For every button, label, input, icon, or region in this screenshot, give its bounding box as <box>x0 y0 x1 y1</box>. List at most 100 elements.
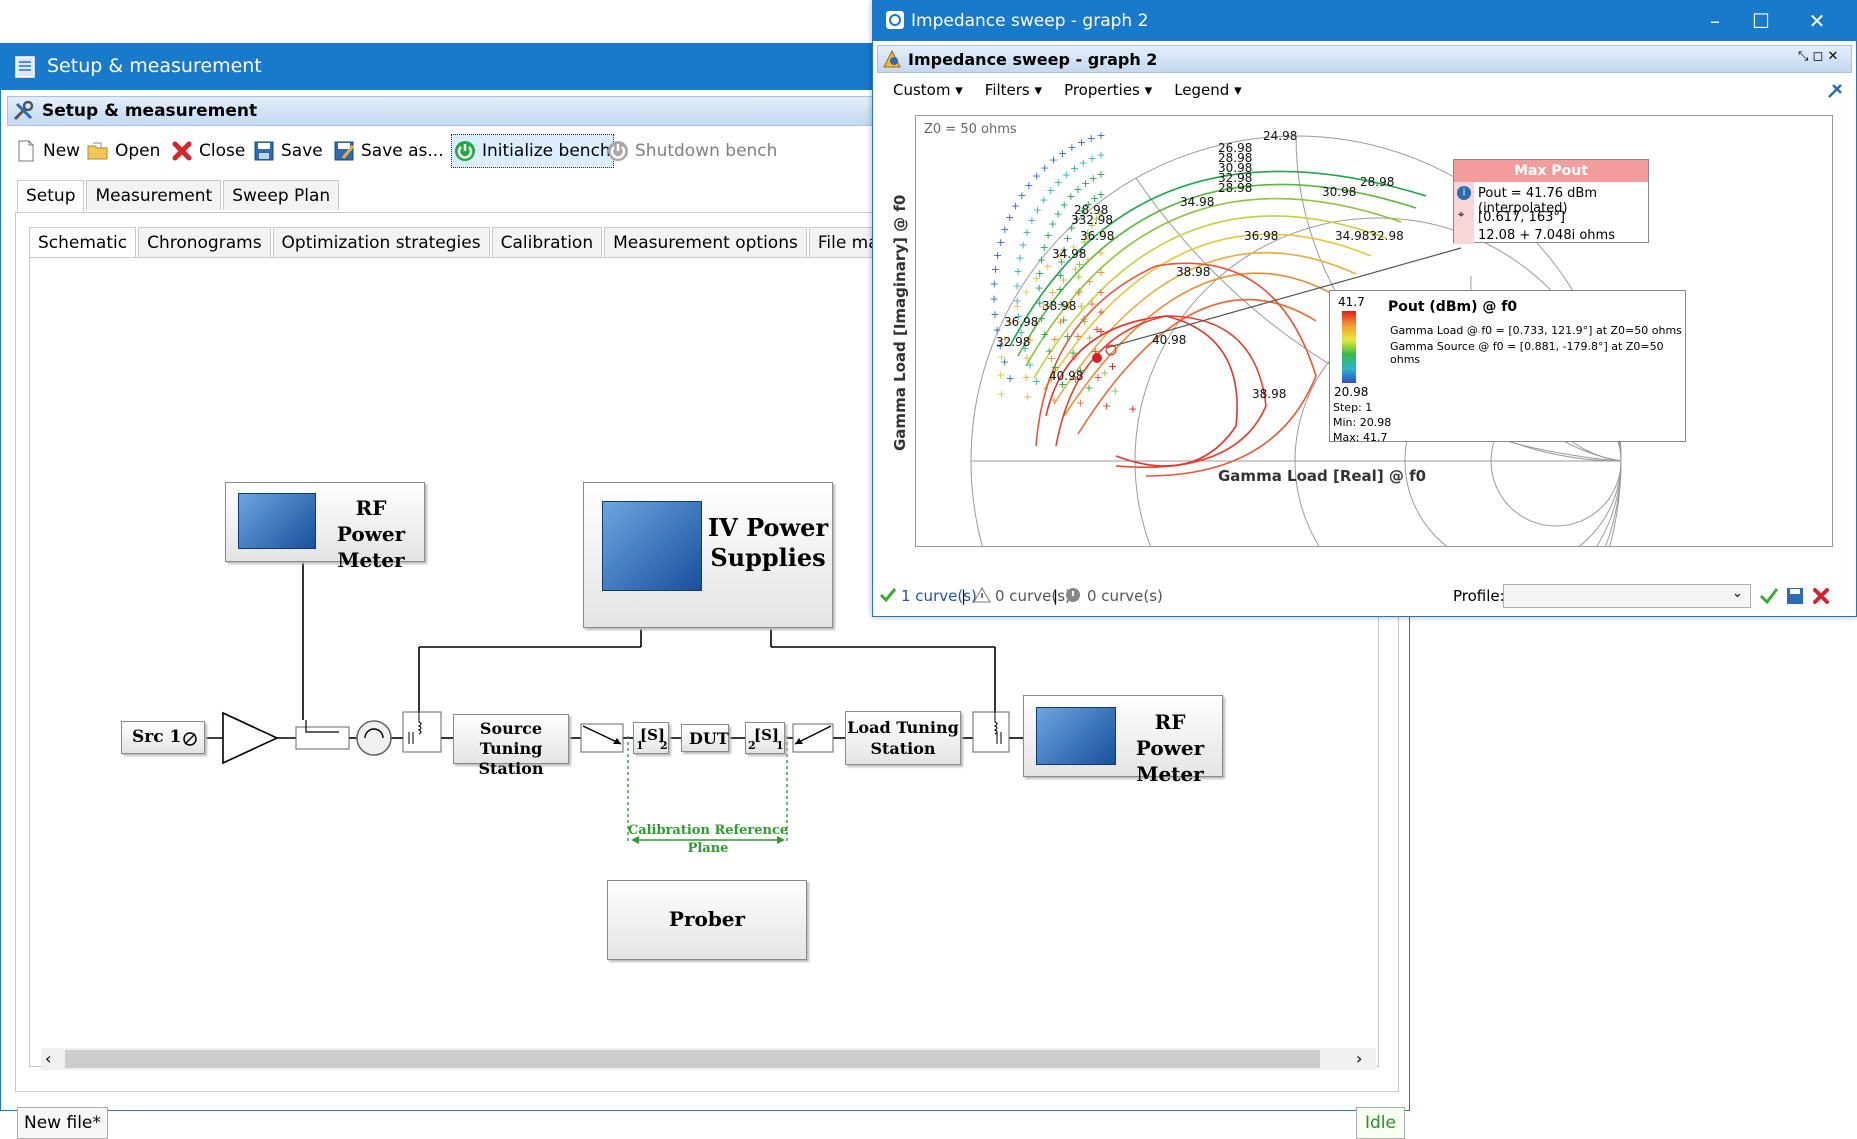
contour-label: 30.98 <box>1322 185 1356 199</box>
graph-window-titlebar[interactable]: Impedance sweep - graph 2 – ☐ ✕ <box>873 1 1856 41</box>
measurement-point: + <box>1075 285 1084 298</box>
measurement-point: + <box>996 236 1005 249</box>
measurement-point: + <box>1069 347 1078 360</box>
measurement-point: + <box>1085 332 1094 345</box>
checkmark-icon <box>879 588 897 603</box>
source-1-block[interactable]: Src 1 <box>121 721 205 754</box>
colorbar-legend: 41.7 20.98 Pout (dBm) @ f0 Gamma Load @ … <box>1329 290 1686 444</box>
measurement-point: + <box>1096 129 1105 142</box>
measurement-point: + <box>1084 381 1093 394</box>
measurement-point: + <box>1062 168 1071 181</box>
contour-label: 40.98 <box>1049 369 1083 383</box>
measurement-point: + <box>1096 247 1105 260</box>
measurement-point: + <box>1013 265 1022 278</box>
measurement-point: + <box>1096 305 1105 318</box>
measurement-point: + <box>1032 375 1041 388</box>
rf-power-meter-top[interactable]: RF Power Meter <box>225 482 425 572</box>
measurement-point: + <box>989 292 998 305</box>
graph-panel-icon <box>883 49 901 68</box>
menu-properties[interactable]: Properties ▾ <box>1064 81 1152 99</box>
measurement-point: + <box>1077 299 1086 312</box>
measurement-point: + <box>1063 330 1072 343</box>
max-point-marker <box>1092 353 1102 363</box>
circulator-symbol <box>356 720 392 756</box>
amplifier-symbol <box>222 711 279 765</box>
contour-label: 40.98 <box>1152 333 1186 347</box>
pin-icon[interactable] <box>1823 81 1845 103</box>
menu-filters[interactable]: Filters ▾ <box>985 81 1042 99</box>
profile-dropdown[interactable]: ⌄ <box>1503 584 1751 608</box>
save-profile-icon[interactable] <box>1785 586 1805 606</box>
prober-block[interactable]: Prober <box>607 880 807 960</box>
chevron-down-icon: ⌄ <box>1732 586 1743 601</box>
load-tuning-station[interactable]: Load Tuning Station <box>845 711 961 765</box>
error-icon <box>1066 588 1080 602</box>
contour-label: 332.98 <box>1071 213 1113 227</box>
graph-panel-title: Impedance sweep - graph 2 <box>908 50 1158 69</box>
measurement-point: + <box>1018 238 1027 251</box>
measurement-point: + <box>1080 315 1089 328</box>
measurement-point: + <box>1035 267 1044 280</box>
x-axis-label: Gamma Load [Real] @ f0 <box>1218 467 1427 485</box>
contour-label: 38.98 <box>1252 387 1286 401</box>
measurement-point: + <box>1074 271 1083 284</box>
close-window-button[interactable]: ✕ <box>1797 7 1837 35</box>
measurement-point: + <box>1022 286 1031 299</box>
contour-label: 36.98 <box>1244 229 1278 243</box>
minimize-button[interactable]: – <box>1695 7 1735 35</box>
contour-label: 28.98 <box>1360 175 1394 189</box>
measurement-point: + <box>1102 400 1111 413</box>
s-params-right[interactable]: [S] 2 1 <box>745 722 785 754</box>
contour-label: 24.98 <box>1263 129 1297 143</box>
maximize-button[interactable]: ☐ <box>1741 7 1781 35</box>
measurement-point: + <box>1096 149 1105 162</box>
graph-panel-header: Impedance sweep - graph 2 ⤡ ◻ ✕ <box>877 45 1852 73</box>
measurement-point: + <box>990 278 999 291</box>
measurement-point: + <box>993 249 1002 262</box>
scrollbar-thumb[interactable] <box>65 1050 1320 1068</box>
warning-curves[interactable]: 0 curve(s) <box>995 587 1071 605</box>
max-pout-title: Max Pout <box>1454 160 1648 182</box>
scroll-left-icon[interactable]: ‹ <box>45 1049 51 1068</box>
schematic-horizontal-scrollbar[interactable]: ‹ › <box>41 1048 1376 1070</box>
info-icon: i <box>1457 186 1471 200</box>
scroll-right-icon[interactable]: › <box>1356 1049 1362 1068</box>
source-tuning-station[interactable]: Source Tuning Station <box>453 714 569 778</box>
delete-profile-icon[interactable] <box>1811 586 1831 606</box>
crosshair-icon: ⌖ <box>1458 208 1465 221</box>
graph-app-icon <box>886 11 904 29</box>
measurement-point: + <box>990 308 999 321</box>
panel-controls[interactable]: ⤡ ◻ ✕ <box>1798 49 1838 64</box>
iv-power-supplies[interactable]: IV Power Supplies <box>583 482 833 628</box>
contour-label: 32.98 <box>996 335 1030 349</box>
y-axis-label: Gamma Load [Imaginary] @ f0 <box>891 194 909 451</box>
max-pout-tooltip: Max Pout i Pout = 41.76 dBm (interpolate… <box>1453 159 1649 244</box>
measurement-point: + <box>1021 371 1030 384</box>
apply-profile-icon[interactable] <box>1759 587 1779 605</box>
measurement-point: + <box>996 369 1005 382</box>
file-status: New file* <box>17 1107 108 1139</box>
error-curves[interactable]: 0 curve(s) <box>1087 587 1163 605</box>
s-params-left[interactable]: [S] 1 2 <box>633 722 669 754</box>
measurement-point: + <box>1128 403 1137 416</box>
measurement-point: + <box>1058 147 1067 160</box>
measurement-point: + <box>1035 281 1044 294</box>
measurement-point: + <box>1087 132 1096 145</box>
measurement-point: + <box>1037 254 1046 267</box>
measurement-point: + <box>1000 356 1009 369</box>
measurement-point: + <box>991 263 1000 276</box>
measurement-point: + <box>1005 211 1014 224</box>
menu-legend[interactable]: Legend ▾ <box>1174 81 1241 99</box>
measurement-point: + <box>1079 157 1088 170</box>
measurement-point: + <box>1025 358 1034 371</box>
measurement-point: + <box>1070 162 1079 175</box>
measurement-point: + <box>1049 394 1058 407</box>
rf-power-meter-right[interactable]: RF Power Meter <box>1023 695 1223 786</box>
contour-label: 34.9832.98 <box>1335 229 1404 243</box>
measurement-point: + <box>1067 141 1076 154</box>
measurement-point: + <box>1015 251 1024 264</box>
instrument-icon <box>238 493 316 549</box>
dut-block[interactable]: DUT <box>681 724 729 752</box>
measurement-point: + <box>1096 266 1105 279</box>
menu-custom[interactable]: Custom ▾ <box>893 81 963 99</box>
